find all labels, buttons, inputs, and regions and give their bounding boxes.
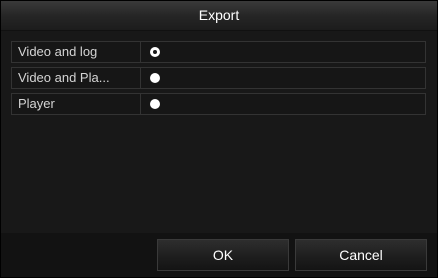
dialog-body: Video and log Video and Pla... Player xyxy=(1,31,437,233)
radio-unselected-icon[interactable] xyxy=(150,99,160,109)
option-label: Video and Pla... xyxy=(11,67,144,89)
option-value-cell[interactable] xyxy=(140,41,426,63)
option-row-video-and-player[interactable]: Video and Pla... xyxy=(11,67,426,89)
dialog-title: Export xyxy=(1,1,437,31)
option-value-cell[interactable] xyxy=(140,67,426,89)
option-label: Video and log xyxy=(11,41,144,63)
option-label: Player xyxy=(11,93,144,115)
option-row-player[interactable]: Player xyxy=(11,93,426,115)
radio-unselected-icon[interactable] xyxy=(150,73,160,83)
ok-button[interactable]: OK xyxy=(157,239,289,271)
cancel-button[interactable]: Cancel xyxy=(295,239,427,271)
dialog-footer: OK Cancel xyxy=(1,233,437,277)
option-row-video-and-log[interactable]: Video and log xyxy=(11,41,426,63)
export-dialog: Export Video and log Video and Pla... Pl… xyxy=(0,0,438,278)
export-options-list: Video and log Video and Pla... Player xyxy=(11,41,426,119)
option-value-cell[interactable] xyxy=(140,93,426,115)
radio-selected-icon[interactable] xyxy=(150,47,160,57)
